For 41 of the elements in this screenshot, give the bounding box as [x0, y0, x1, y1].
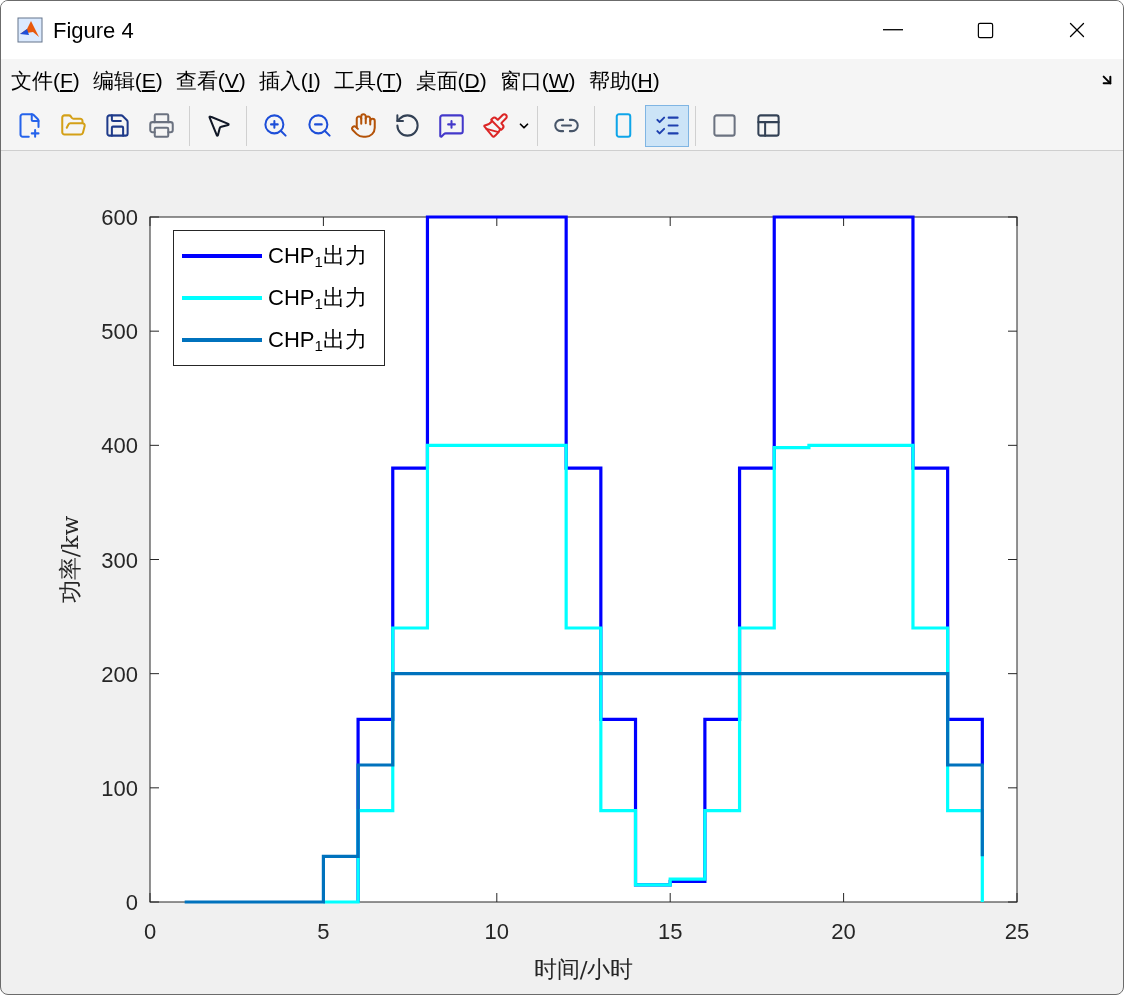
y-tick-label: 100	[101, 775, 138, 801]
toolbar-button[interactable]	[645, 104, 689, 147]
y-tick-label: 200	[101, 661, 138, 687]
x-tick-label: 25	[1004, 919, 1030, 944]
data-tip-icon	[437, 112, 465, 139]
app-logo-icon	[17, 17, 43, 43]
menu-item[interactable]: 编辑(E)	[87, 69, 168, 91]
legend-label: CHP$_{1}$出力	[268, 287, 367, 309]
brush-icon	[481, 112, 509, 139]
x-tick-label: 20	[831, 919, 856, 944]
menu-item[interactable]: 桌面(D)	[410, 69, 492, 91]
x-tick-label: 5	[317, 919, 330, 944]
window-title: Figure 4	[53, 16, 134, 45]
menu-item[interactable]: 文件(F)	[6, 69, 85, 91]
y-axis-label: 功率/kw	[57, 515, 83, 604]
x-axis-label: 时间/小时	[533, 956, 634, 982]
zoom-in-icon	[261, 112, 289, 139]
x-tick-label: 10	[484, 919, 510, 944]
legend-label: CHP$_{1}$出力	[268, 329, 367, 351]
square-icon	[710, 112, 738, 139]
y-tick-label: 600	[101, 205, 138, 230]
y-tick-label: 0	[125, 890, 138, 915]
menu-item[interactable]: 窗口(W)	[494, 69, 581, 91]
panel-icon	[754, 112, 782, 139]
menu-item[interactable]: 插入(I)	[253, 69, 326, 91]
y-tick-label: 400	[101, 433, 138, 459]
menu-item[interactable]: 查看(V)	[170, 69, 251, 91]
folder-icon	[59, 112, 87, 139]
minimize-icon	[883, 29, 903, 31]
maximize-icon	[975, 20, 995, 40]
x-tick-label: 0	[143, 919, 157, 944]
y-tick-label: 500	[101, 319, 138, 345]
x-tick-label: 15	[657, 919, 683, 944]
y-tick-label: 300	[101, 547, 138, 573]
menu-item[interactable]: 帮助(H)	[583, 69, 665, 91]
printer-icon	[147, 112, 175, 139]
hand-icon	[349, 112, 377, 139]
rotate-icon	[393, 112, 421, 139]
legend-label: CHP$_{1}$出力	[268, 245, 367, 267]
zoom-out-icon	[305, 112, 333, 139]
menu-item[interactable]: 工具(T)	[328, 69, 408, 91]
